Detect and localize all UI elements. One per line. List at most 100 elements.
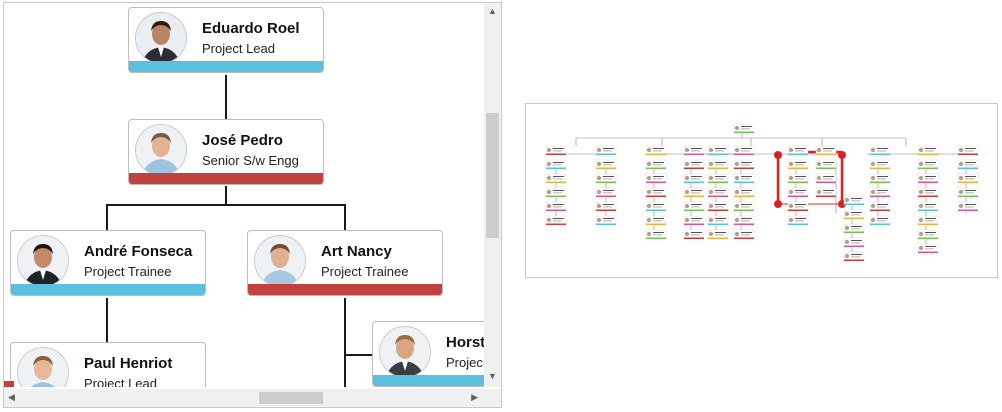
employee-role: Projec [446,355,483,370]
mini-node [869,201,891,212]
mini-node [917,243,939,254]
mini-node [545,145,567,156]
employee-role: Project Lead [84,376,157,387]
role-color-band [11,284,205,295]
connector [225,186,227,205]
mini-node [957,201,979,212]
chevron-down-icon[interactable]: ▼ [488,372,497,381]
chevron-left-icon[interactable]: ◀ [8,393,15,402]
mini-node [917,173,939,184]
role-color-band [129,173,323,184]
mini-node [683,145,705,156]
mini-node [917,159,939,170]
mini-node [683,201,705,212]
connector [225,75,227,120]
mini-node [815,159,837,170]
mini-node [707,173,729,184]
mini-node [787,145,809,156]
mini-node [545,187,567,198]
mini-node [595,173,617,184]
mini-node [957,145,979,156]
connector [344,354,374,356]
mini-node [843,251,865,262]
role-color-band [129,61,323,72]
mini-node [707,229,729,240]
mini-node [917,229,939,240]
mini-node [545,215,567,226]
mini-node [787,187,809,198]
avatar [379,326,431,378]
org-node[interactable]: Art Nancy Project Trainee [247,230,443,296]
mini-node [917,201,939,212]
mini-node [683,215,705,226]
mini-node [787,215,809,226]
mini-node [787,159,809,170]
employee-role: Project Lead [202,41,275,56]
employee-name: André Fonseca [84,243,193,260]
chevron-up-icon[interactable]: ▲ [488,7,497,16]
org-node[interactable]: Horst Projec [372,321,484,387]
mini-node [787,173,809,184]
mini-node [869,145,891,156]
diagram-canvas[interactable]: Eduardo Roel Project Lead José Pedro Sen… [4,3,484,387]
mini-node [683,159,705,170]
overview-minimap [545,123,979,262]
mini-node [869,215,891,226]
mini-node [683,187,705,198]
mini-node [707,215,729,226]
employee-name: Eduardo Roel [202,20,300,37]
org-node[interactable]: André Fonseca Project Trainee [10,230,206,296]
employee-name: Art Nancy [321,243,392,260]
mini-node [595,145,617,156]
mini-node [843,237,865,248]
mini-node [869,173,891,184]
mini-node [707,145,729,156]
mini-node [733,159,755,170]
org-node[interactable]: Paul Henriot Project Lead [10,342,206,387]
employee-name: Paul Henriot [84,355,173,372]
diagram-viewport[interactable]: Eduardo Roel Project Lead José Pedro Sen… [3,2,502,408]
mini-node [645,173,667,184]
org-node[interactable]: José Pedro Senior S/w Engg [128,119,324,185]
vertical-scroll-thumb[interactable] [486,113,499,238]
org-node[interactable]: Eduardo Roel Project Lead [128,7,324,73]
mini-node [683,173,705,184]
diagram-overview[interactable] [525,103,998,278]
mini-node [733,229,755,240]
mini-node [733,123,755,134]
mini-node [645,215,667,226]
chevron-right-icon[interactable]: ▶ [471,393,478,402]
avatar [17,235,69,287]
mini-node [545,201,567,212]
mini-node [595,187,617,198]
horizontal-scroll-thumb[interactable] [259,392,323,404]
vertical-scrollbar[interactable]: ▲ ▼ [484,3,501,387]
mini-node [707,187,729,198]
mini-node [843,223,865,234]
mini-node [595,215,617,226]
mini-node [815,187,837,198]
edge-marker [4,381,14,387]
mini-node [815,145,837,156]
mini-node [595,159,617,170]
employee-name: José Pedro [202,132,283,149]
mini-node [707,159,729,170]
scrollbar-corner [484,389,501,407]
horizontal-scrollbar[interactable]: ◀ ▶ [4,389,484,407]
mini-node [917,215,939,226]
mini-node [733,215,755,226]
employee-role: Project Trainee [84,264,172,279]
mini-node [787,201,809,212]
mini-node [645,187,667,198]
mini-node [733,187,755,198]
mini-node [733,145,755,156]
mini-node [917,187,939,198]
mini-node [815,173,837,184]
mini-node [645,229,667,240]
mini-node [707,201,729,212]
role-color-band [248,284,442,295]
employee-role: Project Trainee [321,264,409,279]
connector [344,204,346,232]
avatar [17,347,69,387]
mini-node [645,145,667,156]
